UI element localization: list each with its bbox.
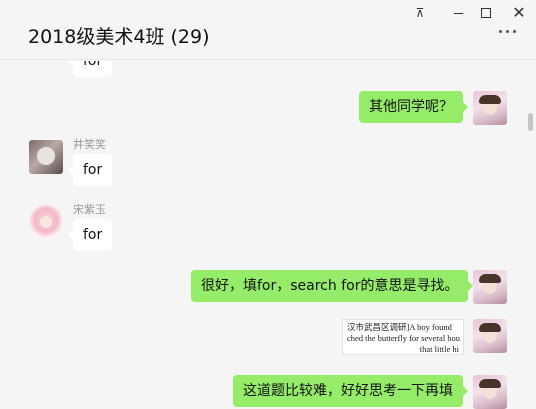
more-options-icon[interactable] [499, 30, 516, 33]
close-button[interactable]: ✕ [508, 4, 530, 22]
sender-name: 井笑笑 [73, 138, 106, 151]
avatar[interactable] [473, 319, 507, 353]
pin-icon[interactable]: ⊼ [409, 4, 431, 22]
avatar[interactable] [473, 270, 507, 304]
message-bubble[interactable]: for [67, 154, 113, 186]
message-bubble[interactable]: 这道题比较难，好好思考一下再填 [233, 375, 468, 407]
scrollbar[interactable] [528, 113, 533, 131]
image-message[interactable]: 汉市武昌区调研]A boy found ched the butterfly f… [342, 319, 464, 355]
message-list[interactable]: for 其他同学呢？ 井笑笑 for 宋紫玉 for 很好，填for，searc… [0, 61, 536, 409]
minimize-button[interactable] [447, 4, 469, 22]
avatar[interactable] [473, 91, 507, 125]
message-bubble[interactable]: for [67, 219, 113, 251]
title-bar: 2018级美术4班 (29) ⊼ ✕ [0, 0, 536, 60]
image-text-line: that little hi [419, 344, 459, 354]
maximize-button[interactable] [475, 4, 497, 22]
avatar[interactable] [473, 375, 507, 409]
message-bubble[interactable]: 很好，填for，search for的意思是寻找。 [191, 270, 474, 302]
avatar[interactable] [29, 205, 63, 239]
message-bubble[interactable]: for [67, 61, 113, 77]
chat-window: 2018级美术4班 (29) ⊼ ✕ for 其他同学呢？ 井笑笑 for 宋紫… [0, 0, 536, 409]
image-text-line: ched the butterfly for several hou [347, 333, 461, 343]
message-bubble[interactable]: 其他同学呢？ [359, 91, 468, 123]
sender-name: 宋紫玉 [73, 203, 106, 216]
avatar[interactable] [29, 140, 63, 174]
image-text-line: 汉市武昌区调研]A boy found [347, 322, 452, 332]
chat-title: 2018级美术4班 (29) [28, 26, 210, 48]
